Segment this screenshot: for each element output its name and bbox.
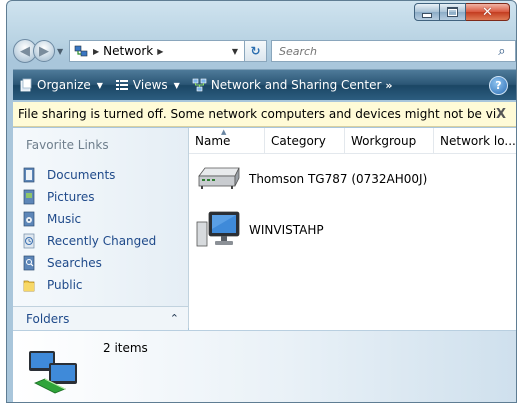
organize-icon — [20, 78, 32, 92]
column-header-workgroup[interactable]: Workgroup — [345, 128, 434, 153]
nav-item-searches[interactable]: Searches — [21, 252, 156, 274]
details-pane: 2 items — [13, 330, 516, 402]
navigation-pane: Favorite Links Documents Pictures Music … — [13, 128, 189, 328]
item-count: 2 items — [103, 341, 148, 355]
nav-item-label: Music — [47, 212, 82, 226]
column-header-label: Category — [271, 133, 326, 148]
explorer-window: ✕ ◀ ▶ ▼ ▶ Network ▶ ▼ ↻ ⌕ Organize ▼ Vie… — [6, 0, 517, 403]
caption-buttons: ✕ — [414, 3, 510, 21]
folders-toggle[interactable]: Folders ⌃ — [13, 306, 188, 330]
address-bar[interactable]: ▶ Network ▶ ▼ — [69, 40, 245, 62]
views-caret-icon: ▼ — [173, 80, 180, 90]
nav-item-pictures[interactable]: Pictures — [21, 186, 156, 208]
public-folder-icon — [21, 277, 37, 293]
nav-item-public[interactable]: Public — [21, 274, 156, 296]
organize-caret-icon: ▼ — [96, 80, 103, 90]
recent-pages-dropdown[interactable]: ▼ — [57, 47, 65, 56]
list-item-label: Thomson TG787 (0732AH00J) — [249, 172, 428, 186]
nav-item-label: Public — [47, 278, 83, 292]
list-item-label: WINVISTAHP — [249, 223, 324, 237]
refresh-button[interactable]: ↻ — [245, 40, 267, 62]
nav-item-label: Pictures — [47, 190, 95, 204]
maximize-button[interactable] — [440, 3, 466, 21]
organize-menu[interactable]: Organize ▼ — [13, 70, 109, 100]
network-sharing-label: Network and Sharing Center — [210, 78, 382, 92]
network-location-icon — [73, 44, 89, 58]
column-headers: ▲ Name Category Workgroup Network lo... — [189, 128, 516, 154]
address-dropdown-icon[interactable]: ▼ — [232, 47, 238, 56]
maximize-icon — [447, 7, 458, 17]
breadcrumb-chevron-icon[interactable]: ▶ — [157, 47, 163, 56]
network-icon — [29, 351, 77, 394]
breadcrumb-network[interactable]: Network — [103, 44, 153, 58]
column-header-label: Network lo... — [440, 133, 516, 148]
list-item[interactable]: WINVISTAHP — [195, 210, 324, 250]
computer-icon — [196, 211, 240, 247]
back-arrow-icon: ◀ — [20, 43, 30, 59]
searches-icon — [21, 255, 37, 271]
router-icon — [198, 167, 240, 189]
command-toolbar: Organize ▼ Views ▼ Network and Sharing C… — [13, 69, 516, 100]
views-menu[interactable]: Views ▼ — [109, 70, 186, 100]
network-sharing-center-button[interactable]: Network and Sharing Center » — [186, 70, 399, 100]
nav-item-label: Recently Changed — [47, 234, 157, 248]
nav-item-music[interactable]: Music — [21, 208, 156, 230]
recently-changed-icon — [21, 233, 37, 249]
documents-icon — [21, 167, 37, 183]
column-header-label: Workgroup — [351, 133, 417, 148]
list-item[interactable]: Thomson TG787 (0732AH00J) — [195, 164, 427, 194]
info-bar-close-button[interactable]: X — [496, 107, 506, 122]
breadcrumb-chevron-icon[interactable]: ▶ — [93, 47, 99, 56]
chevron-up-icon: ⌃ — [169, 312, 179, 325]
nav-item-label: Documents — [47, 168, 116, 182]
views-icon — [115, 80, 128, 90]
organize-label: Organize — [37, 78, 91, 92]
help-button[interactable]: ? — [489, 75, 508, 95]
favorite-links-list: Documents Pictures Music Recently Change… — [21, 164, 156, 296]
close-button[interactable]: ✕ — [466, 3, 510, 21]
more-commands-button[interactable]: » — [385, 79, 392, 92]
file-list: ▲ Name Category Workgroup Network lo... … — [189, 128, 516, 330]
forward-arrow-icon: ▶ — [39, 43, 49, 59]
minimize-icon — [422, 12, 432, 18]
close-icon: ✕ — [482, 4, 493, 20]
sort-ascending-icon: ▲ — [221, 128, 227, 136]
favorite-links-heading: Favorite Links — [26, 138, 109, 152]
nav-item-label: Searches — [47, 256, 102, 270]
search-icon[interactable]: ⌕ — [498, 44, 511, 59]
info-bar[interactable]: File sharing is turned off. Some network… — [13, 102, 516, 127]
search-input[interactable] — [277, 43, 499, 59]
column-header-name[interactable]: ▲ Name — [189, 128, 265, 153]
refresh-icon: ↻ — [250, 44, 261, 58]
nav-item-documents[interactable]: Documents — [21, 164, 156, 186]
column-header-category[interactable]: Category — [265, 128, 345, 153]
music-icon — [21, 211, 37, 227]
info-bar-message[interactable]: File sharing is turned off. Some network… — [18, 107, 496, 121]
pictures-icon — [21, 189, 37, 205]
column-header-network-location[interactable]: Network lo... — [434, 128, 516, 153]
nav-item-recently-changed[interactable]: Recently Changed — [21, 230, 156, 252]
minimize-button[interactable] — [414, 3, 440, 21]
folders-label: Folders — [26, 311, 70, 326]
network-sharing-icon — [192, 78, 207, 92]
views-label: Views — [132, 78, 168, 92]
search-box[interactable]: ⌕ — [271, 40, 516, 62]
forward-button[interactable]: ▶ — [33, 40, 55, 62]
address-row: ◀ ▶ ▼ ▶ Network ▶ ▼ ↻ ⌕ — [13, 37, 516, 65]
